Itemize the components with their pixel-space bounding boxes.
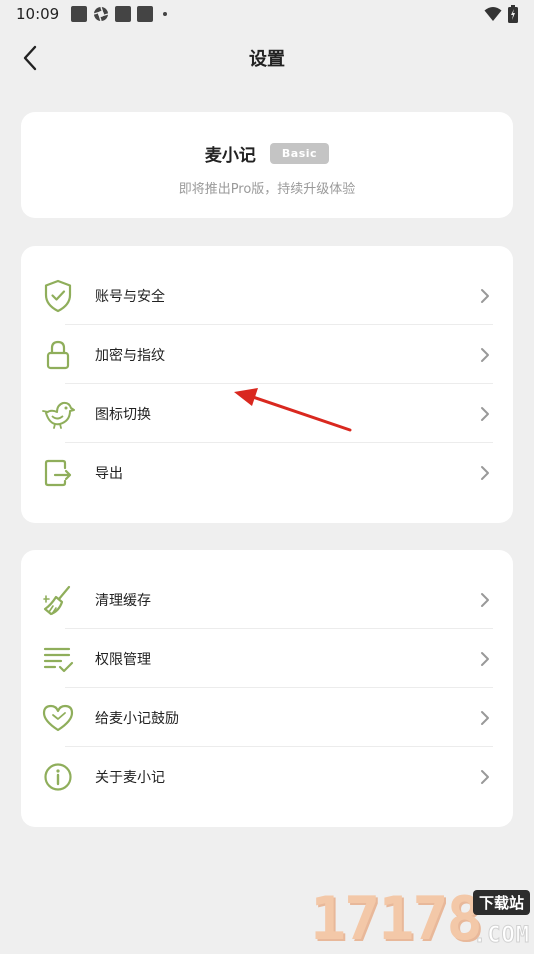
list-check-icon [41, 642, 75, 676]
settings-group-2: 清理缓存 权限管理 给麦小记鼓励 关于麦小记 [21, 550, 513, 827]
wifi-icon [484, 6, 502, 22]
watermark-logo: 17178 下载站 .COM [310, 888, 534, 950]
row-label: 给麦小记鼓励 [95, 710, 179, 727]
bird-icon [41, 397, 75, 431]
back-button[interactable] [12, 40, 48, 76]
profile-row: 麦小记 Basic [21, 141, 513, 166]
notification-square-icon [71, 6, 88, 22]
chevron-right-icon [475, 286, 495, 306]
row-permission-management[interactable]: 权限管理 [21, 629, 513, 688]
chevron-right-icon [475, 345, 495, 365]
lock-icon [41, 338, 75, 372]
export-icon [41, 456, 75, 490]
watermark-badge: 下载站 [472, 890, 530, 915]
nav-bar: 设置 [0, 30, 534, 86]
profile-card: 麦小记 Basic 即将推出Pro版，持续升级体验 [21, 112, 513, 218]
row-clear-cache[interactable]: 清理缓存 [21, 570, 513, 629]
heart-icon [41, 701, 75, 735]
aperture-icon [93, 6, 109, 22]
status-right [484, 5, 518, 23]
notification-square-icon [137, 6, 154, 22]
notification-square-icon [115, 6, 132, 22]
watermark-digits: 17178 [310, 884, 483, 954]
profile-subtitle: 即将推出Pro版，持续升级体验 [178, 182, 356, 197]
status-time: 10:09 [16, 5, 60, 23]
row-about[interactable]: 关于麦小记 [21, 747, 513, 806]
app-name: 麦小记 [204, 146, 256, 166]
row-account-security[interactable]: 账号与安全 [21, 266, 513, 325]
row-label: 关于麦小记 [95, 769, 165, 786]
status-left: 10:09 [16, 5, 168, 23]
info-icon [41, 760, 75, 794]
battery-charging-icon [508, 5, 518, 23]
row-label: 账号与安全 [95, 288, 165, 305]
chevron-right-icon [475, 767, 495, 787]
shield-check-icon [41, 279, 75, 313]
row-label: 权限管理 [95, 651, 151, 668]
row-label: 清理缓存 [95, 592, 151, 609]
chevron-right-icon [475, 649, 495, 669]
chevron-right-icon [475, 463, 495, 483]
status-bar: 10:09 [0, 0, 534, 28]
dot-icon [163, 12, 168, 16]
annotation-arrow [228, 384, 356, 440]
row-encryption-fingerprint[interactable]: 加密与指纹 [21, 325, 513, 384]
row-label: 导出 [95, 465, 123, 482]
chevron-left-icon [22, 45, 38, 71]
chevron-right-icon [475, 708, 495, 728]
page-title: 设置 [249, 49, 285, 70]
chevron-right-icon [475, 404, 495, 424]
row-label: 加密与指纹 [95, 347, 165, 364]
row-encourage[interactable]: 给麦小记鼓励 [21, 688, 513, 747]
broom-icon [41, 583, 75, 617]
plan-badge: Basic [269, 143, 330, 164]
row-export[interactable]: 导出 [21, 443, 513, 502]
watermark-domain: .COM [473, 923, 530, 949]
chevron-right-icon [475, 590, 495, 610]
